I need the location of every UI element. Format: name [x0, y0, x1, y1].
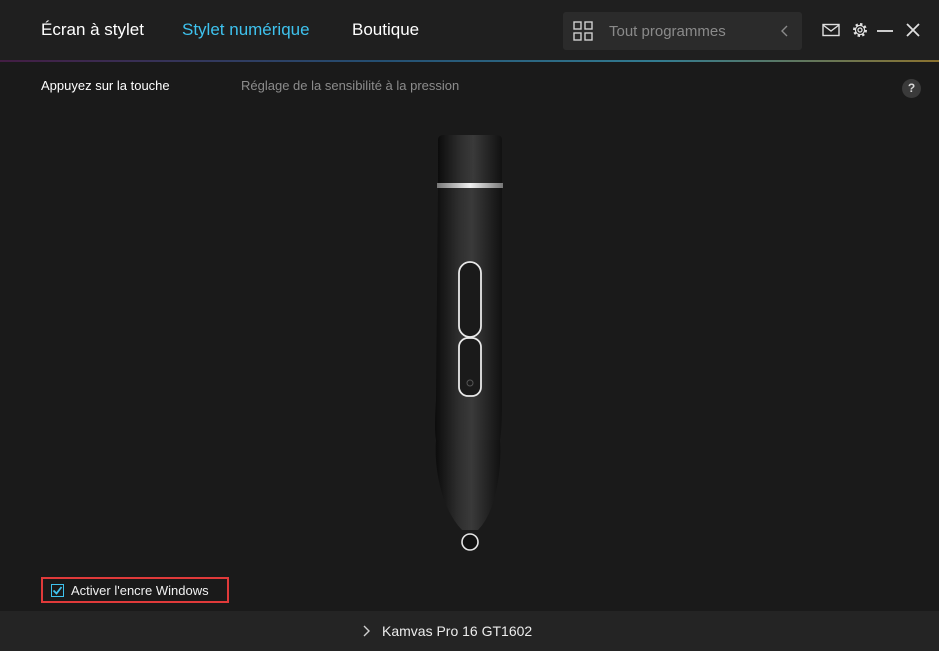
mail-icon[interactable] [822, 21, 840, 39]
program-selector-placeholder: Tout programmes [609, 23, 726, 40]
pen-ring [437, 183, 503, 188]
windows-ink-checkbox[interactable] [51, 584, 64, 597]
pen-illustration [420, 130, 520, 560]
chevron-right-icon[interactable] [362, 625, 370, 637]
pen-lower-button[interactable] [458, 337, 482, 397]
gear-icon[interactable] [851, 21, 869, 39]
device-bar: Kamvas Pro 16 GT1602 [0, 611, 939, 651]
tab-store[interactable]: Boutique [352, 20, 419, 40]
grid-icon[interactable] [573, 21, 593, 41]
tab-pen-display[interactable]: Écran à stylet [41, 20, 144, 40]
title-bar: Écran à stylet Stylet numérique Boutique… [0, 0, 939, 60]
chevron-left-icon[interactable] [779, 24, 791, 38]
tab-digital-pen[interactable]: Stylet numérique [182, 20, 310, 40]
minimize-icon[interactable] [876, 21, 894, 39]
program-selector[interactable]: Tout programmes [563, 12, 802, 50]
subtab-press-key[interactable]: Appuyez sur la touche [41, 78, 170, 93]
header-accent-line [0, 60, 939, 62]
windows-ink-label: Activer l'encre Windows [71, 583, 209, 598]
help-icon[interactable]: ? [902, 79, 921, 98]
device-name[interactable]: Kamvas Pro 16 GT1602 [382, 623, 532, 639]
pen-nib [461, 533, 479, 551]
windows-ink-option[interactable]: Activer l'encre Windows [41, 577, 229, 603]
checkmark-icon [52, 586, 63, 595]
subtab-pressure-sensitivity[interactable]: Réglage de la sensibilité à la pression [241, 78, 459, 93]
stylus-image [435, 135, 503, 551]
close-icon[interactable] [904, 21, 922, 39]
pen-upper-button[interactable] [458, 261, 482, 338]
